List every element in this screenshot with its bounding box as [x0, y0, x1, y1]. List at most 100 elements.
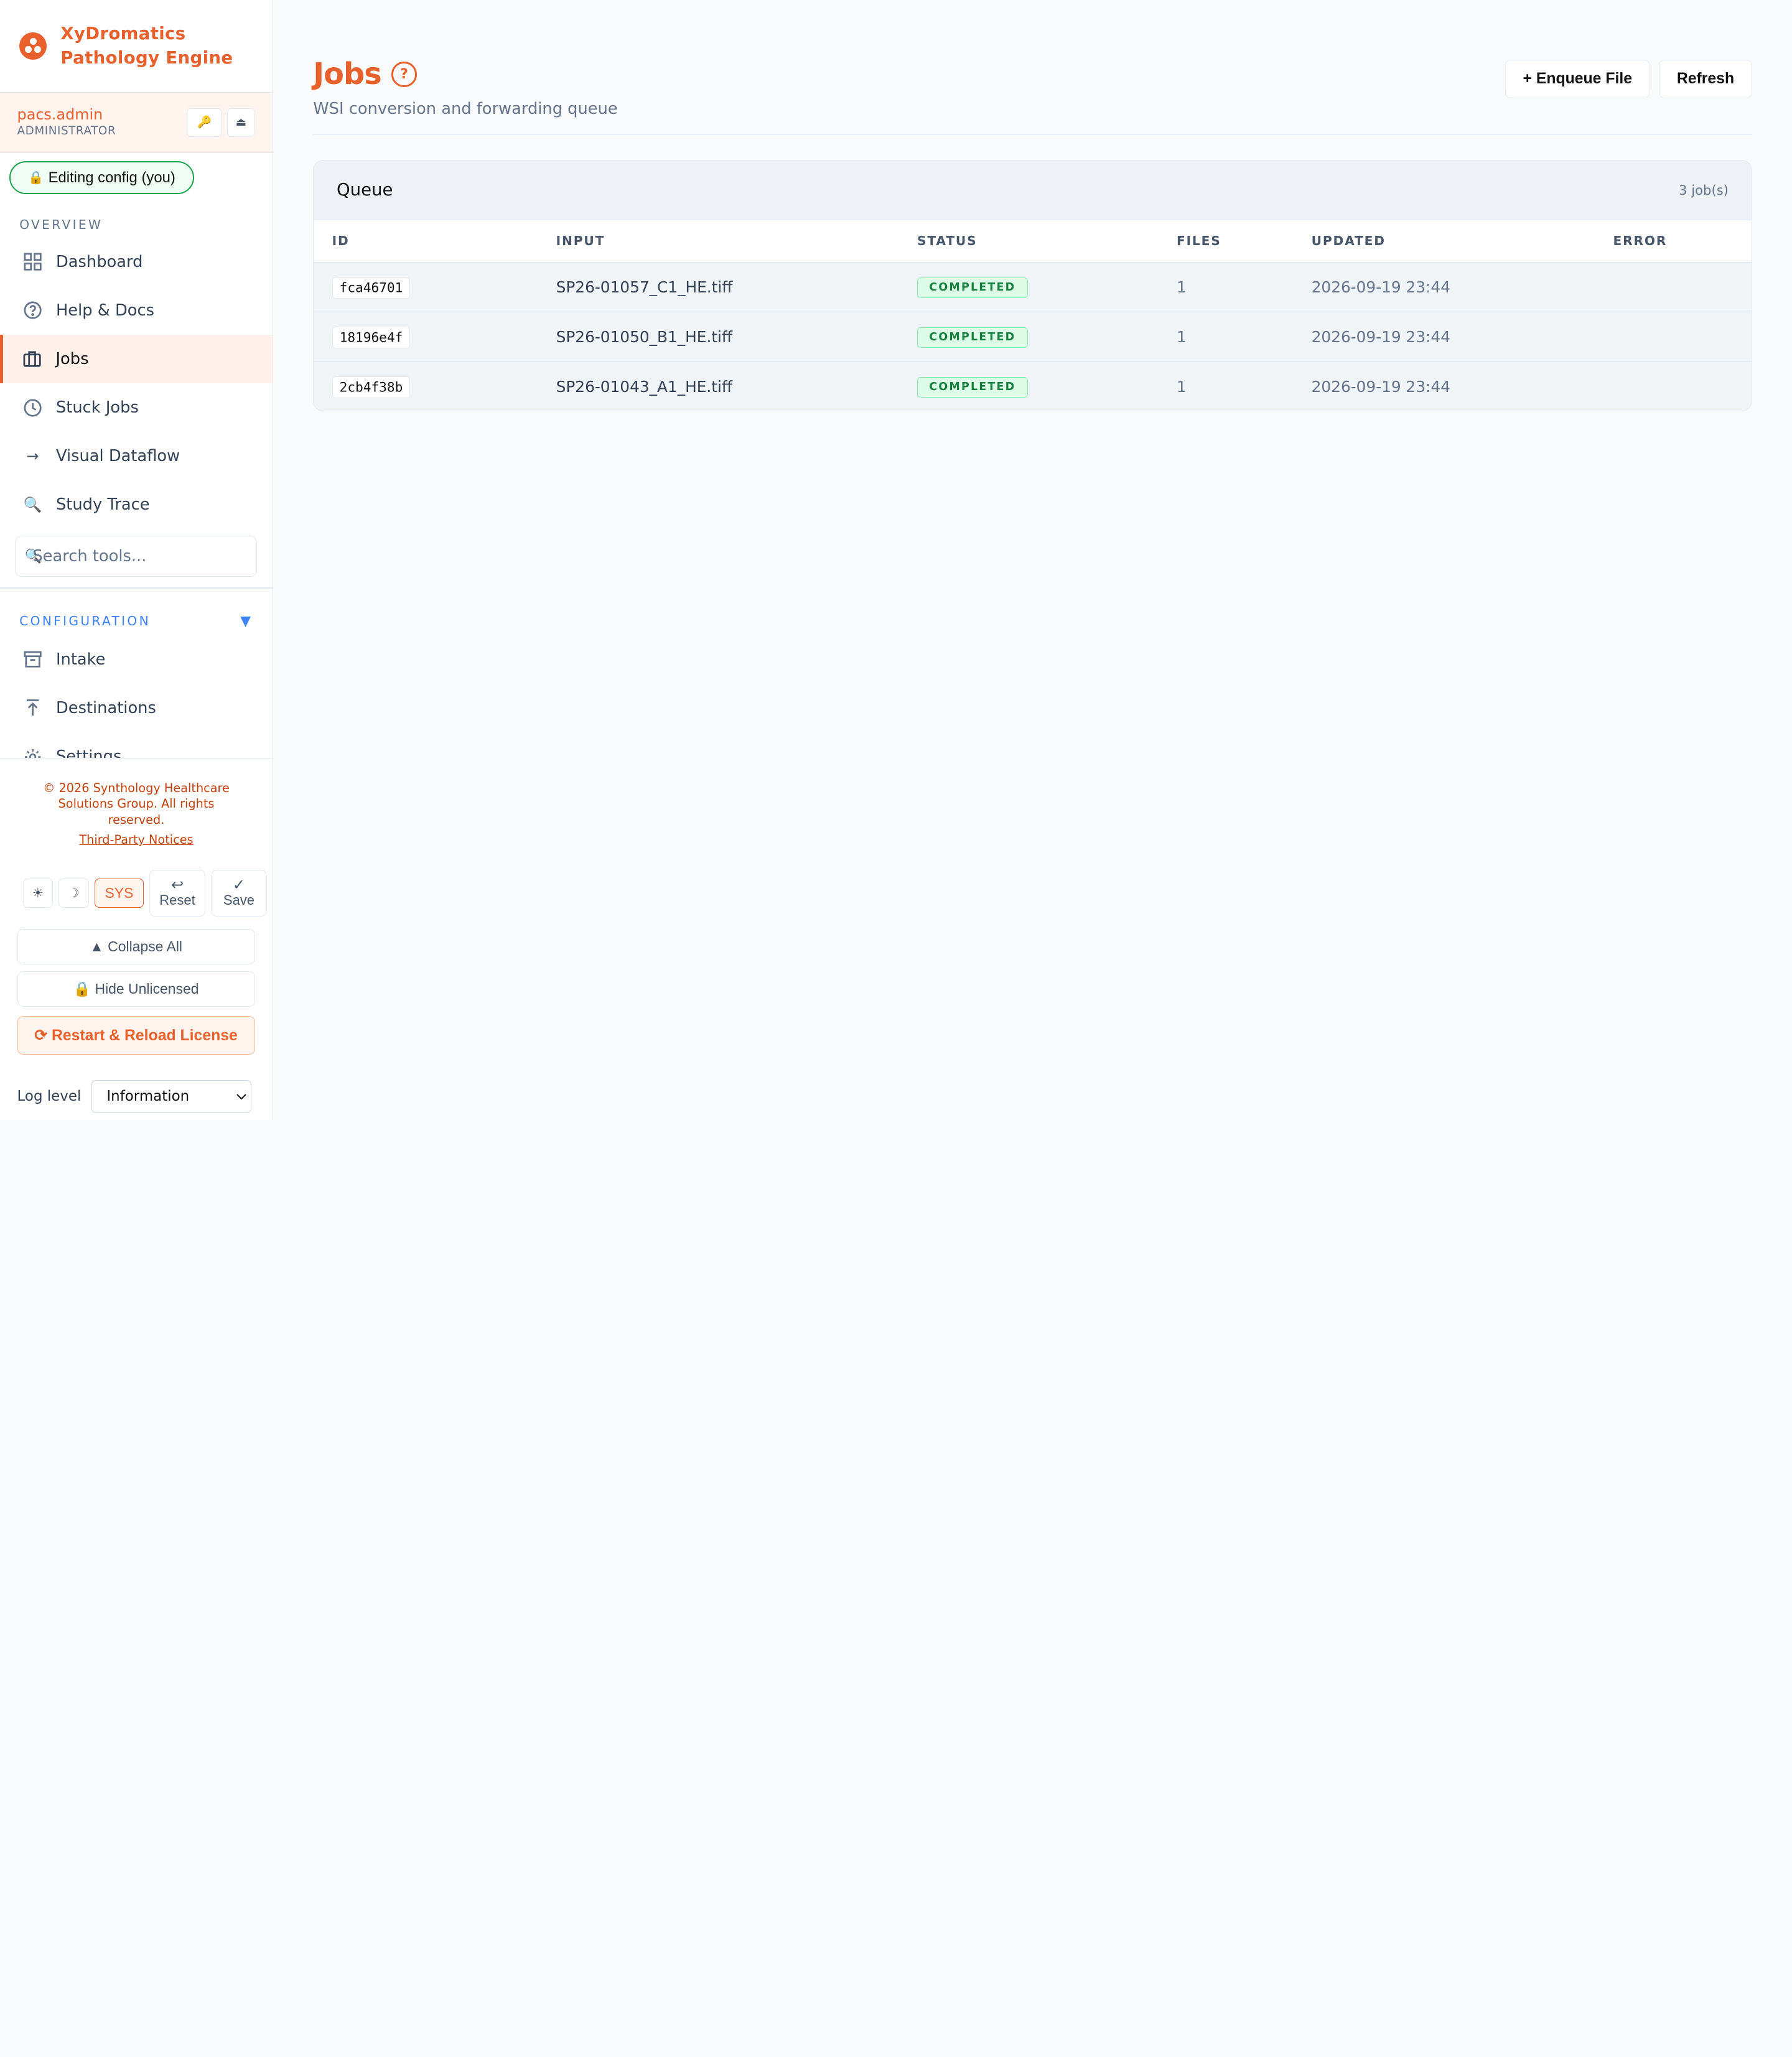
brand[interactable]: XyDromatics Pathology Engine: [0, 0, 273, 93]
briefcase-icon: [22, 349, 42, 368]
table-header-row: ID INPUT STATUS FILES UPDATED ERROR: [314, 220, 1752, 263]
job-id[interactable]: 18196e4f: [332, 327, 411, 348]
third-party-notices-link[interactable]: Third-Party Notices: [0, 833, 273, 847]
theme-dark-button[interactable]: ☽: [58, 878, 89, 908]
job-input: SP26-01043_A1_HE.tiff: [556, 361, 918, 411]
configuration-nav: Intake Destinations Settings: [0, 635, 273, 765]
brand-logo-icon: [19, 32, 47, 60]
sidebar: XyDromatics Pathology Engine pacs.admin …: [0, 0, 273, 1120]
sidebar-item-intake[interactable]: Intake: [0, 635, 273, 684]
queue-card: Queue 3 job(s) ID INPUT STATUS FILES UPD…: [313, 160, 1752, 412]
column-header-id[interactable]: ID: [314, 220, 556, 263]
sidebar-item-label: Dashboard: [55, 252, 143, 271]
status-badge: COMPLETED: [917, 376, 1028, 398]
reset-button[interactable]: ↩ Reset: [149, 869, 205, 917]
theme-and-actions-row: ☀ ☽ SYS ↩ Reset ✓ Save: [22, 869, 273, 917]
job-updated: 2026-09-19 23:44: [1311, 312, 1613, 362]
edit-lock-status[interactable]: 🔒 Editing config (you): [9, 161, 195, 195]
log-level-row: Log level Information: [17, 1080, 273, 1113]
sidebar-item-label: Intake: [55, 650, 106, 669]
restart-reload-license-button[interactable]: ⟳ Restart & Reload License: [17, 1015, 255, 1055]
job-input: SP26-01057_C1_HE.tiff: [556, 262, 918, 312]
undo-icon: ↩: [171, 876, 184, 893]
upload-arrow-icon: [23, 698, 42, 717]
job-id[interactable]: fca46701: [332, 277, 411, 299]
logout-button[interactable]: ⏏: [226, 108, 256, 137]
table-row[interactable]: 18196e4f SP26-01050_B1_HE.tiff COMPLETED…: [314, 312, 1752, 362]
arrow-right-icon: →: [26, 447, 39, 465]
page-header: Jobs ? WSI conversion and forwarding que…: [313, 57, 1752, 135]
column-header-error[interactable]: ERROR: [1613, 220, 1752, 263]
overview-nav: Dashboard Help & Docs Jobs Stuck Jobs → …: [0, 238, 273, 529]
sidebar-item-label: Study Trace: [55, 495, 150, 515]
sidebar-item-label: Help & Docs: [55, 301, 154, 320]
sidebar-item-label: Jobs: [55, 350, 89, 369]
search-tools-input[interactable]: 🔍 Search tools...: [14, 536, 258, 577]
lock-icon: 🔒: [28, 171, 44, 185]
page-title: Jobs: [313, 57, 381, 91]
job-error: [1613, 312, 1752, 362]
question-circle-icon: [23, 301, 42, 320]
brand-name-line2: Pathology Engine: [60, 47, 233, 68]
log-level-select[interactable]: Information: [91, 1080, 251, 1113]
sidebar-item-label: Stuck Jobs: [55, 398, 139, 417]
job-files: 1: [1176, 361, 1312, 411]
sidebar-item-help[interactable]: Help & Docs: [0, 286, 273, 335]
status-badge: COMPLETED: [917, 277, 1028, 298]
job-id[interactable]: 2cb4f38b: [332, 376, 411, 398]
theme-system-button[interactable]: SYS: [95, 878, 144, 908]
user-role: ADMINISTRATOR: [17, 124, 116, 138]
table-row[interactable]: 2cb4f38b SP26-01043_A1_HE.tiff COMPLETED…: [314, 361, 1752, 411]
key-icon: 🔑: [197, 116, 212, 129]
queue-title: Queue: [336, 180, 393, 200]
configuration-section-header[interactable]: CONFIGURATION ▼: [0, 613, 273, 630]
job-files: 1: [1176, 312, 1312, 362]
column-header-updated[interactable]: UPDATED: [1311, 220, 1613, 263]
sidebar-footer: © 2026 Synthology Healthcare Solutions G…: [0, 757, 273, 1120]
sidebar-item-visual-dataflow[interactable]: → Visual Dataflow: [0, 432, 273, 480]
job-input: SP26-01050_B1_HE.tiff: [556, 312, 918, 362]
job-error: [1613, 262, 1752, 312]
page-subtitle: WSI conversion and forwarding queue: [313, 99, 618, 118]
job-updated: 2026-09-19 23:44: [1311, 262, 1613, 312]
copyright-text: © 2026 Synthology Healthcare Solutions G…: [43, 780, 230, 828]
moon-icon: ☽: [68, 885, 80, 901]
refresh-button[interactable]: Refresh: [1659, 59, 1752, 98]
theme-light-button[interactable]: ☀: [22, 878, 54, 908]
sidebar-item-destinations[interactable]: Destinations: [0, 684, 273, 732]
sidebar-item-jobs[interactable]: Jobs: [0, 335, 273, 384]
sidebar-item-dashboard[interactable]: Dashboard: [0, 238, 273, 286]
brand-name-line1: XyDromatics: [60, 24, 186, 44]
column-header-files[interactable]: FILES: [1176, 220, 1312, 263]
job-files: 1: [1176, 262, 1312, 312]
chevron-down-icon[interactable]: ▼: [240, 613, 251, 629]
enqueue-file-button[interactable]: + Enqueue File: [1505, 59, 1650, 98]
save-button[interactable]: ✓ Save: [211, 869, 267, 917]
queue-job-count: 3 job(s): [1679, 182, 1729, 198]
change-password-button[interactable]: 🔑: [187, 108, 223, 137]
help-icon[interactable]: ?: [391, 62, 417, 87]
queue-card-header: Queue 3 job(s): [314, 161, 1752, 220]
jobs-table: ID INPUT STATUS FILES UPDATED ERROR fca4…: [314, 220, 1752, 411]
sidebar-divider: [0, 587, 273, 589]
column-header-input[interactable]: INPUT: [556, 220, 918, 263]
sidebar-item-label: Destinations: [55, 699, 156, 718]
job-error: [1613, 361, 1752, 411]
sidebar-item-study-trace[interactable]: 🔍 Study Trace: [0, 480, 273, 529]
sun-icon: ☀: [32, 885, 44, 901]
search-placeholder: Search tools...: [32, 547, 147, 566]
collapse-all-button[interactable]: ▲ Collapse All: [17, 929, 255, 965]
sidebar-item-label: Visual Dataflow: [55, 447, 180, 466]
hide-unlicensed-button[interactable]: 🔒 Hide Unlicensed: [17, 971, 255, 1007]
sidebar-item-stuck-jobs[interactable]: Stuck Jobs: [0, 383, 273, 432]
archive-box-icon: [23, 650, 42, 669]
brand-name: XyDromatics Pathology Engine: [60, 22, 233, 70]
user-name: pacs.admin: [17, 106, 103, 124]
magnifier-icon: 🔍: [23, 496, 42, 514]
main-content: Jobs ? WSI conversion and forwarding que…: [273, 0, 1792, 1120]
column-header-status[interactable]: STATUS: [917, 220, 1177, 263]
log-level-label: Log level: [17, 1088, 82, 1105]
configuration-section-title: CONFIGURATION: [19, 613, 151, 629]
table-row[interactable]: fca46701 SP26-01057_C1_HE.tiff COMPLETED…: [314, 262, 1752, 312]
clock-icon: [23, 398, 42, 417]
